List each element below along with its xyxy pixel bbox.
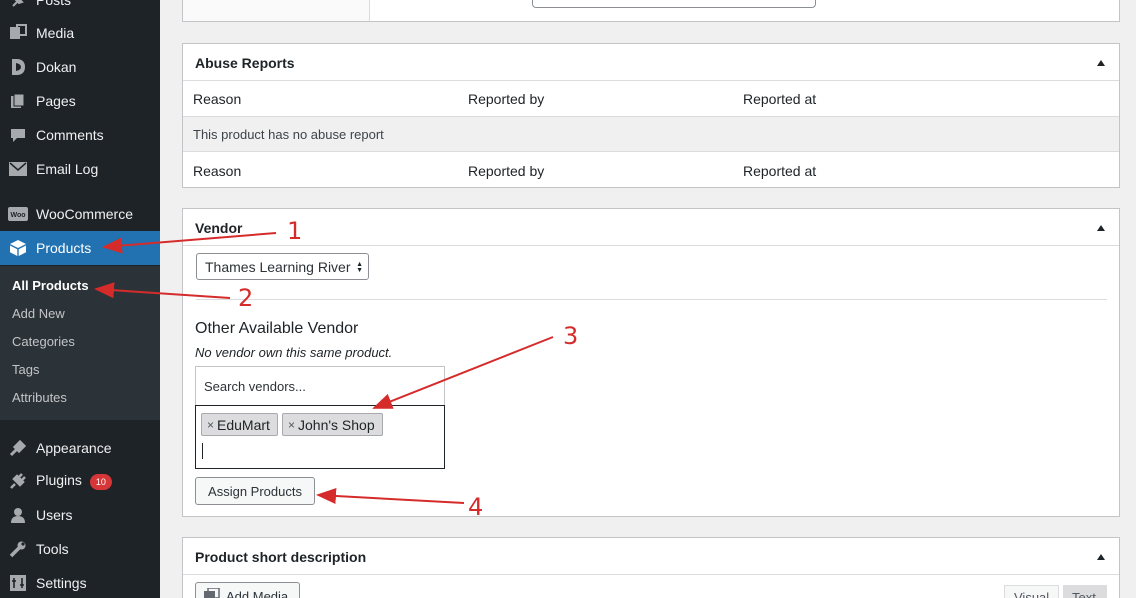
annotation-arrows — [94, 232, 554, 504]
annotation-arrow-3 — [372, 336, 554, 409]
annotation-arrow-4 — [316, 487, 465, 504]
annotation-number-3: 3 — [563, 322, 579, 350]
annotation-number-1: 1 — [287, 217, 303, 245]
annotation-number-2: 2 — [238, 284, 254, 312]
annotation-arrow-1 — [102, 232, 277, 254]
annotation-arrow-2 — [94, 282, 231, 299]
annotation-number-4: 4 — [468, 493, 484, 521]
